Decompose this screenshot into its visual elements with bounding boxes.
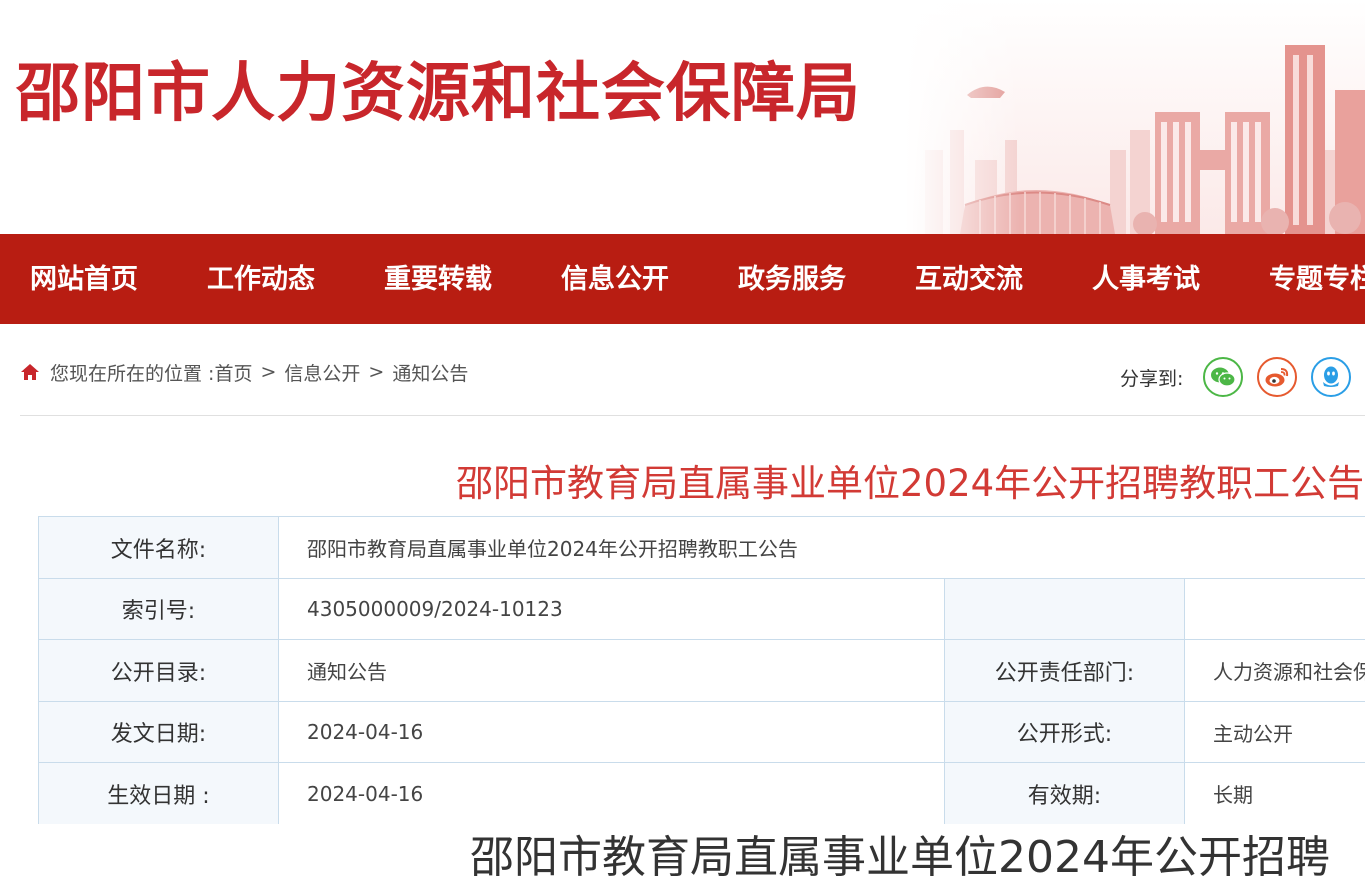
article-body-heading: 邵阳市教育局直属事业单位2024年公开招聘: [470, 832, 1330, 883]
breadcrumb: 您现在所在的位置 : 首页 > 信息公开 > 通知公告: [20, 356, 468, 388]
main-nav: 网站首页 工作动态 重要转载 信息公开 政务服务 互动交流 人事考试 专题专栏: [0, 234, 1365, 324]
share-bar: 分享到:: [1120, 356, 1365, 398]
breadcrumb-divider: [20, 415, 1365, 416]
meta-label-index: 索引号:: [39, 579, 279, 640]
nav-item-interaction[interactable]: 互动交流: [915, 234, 1023, 324]
meta-label-disclosure-form: 公开形式:: [945, 702, 1185, 763]
wechat-icon: [1211, 367, 1237, 387]
breadcrumb-item-notices[interactable]: 通知公告: [392, 359, 468, 386]
article-title: 邵阳市教育局直属事业单位2024年公开招聘教职工公告: [456, 462, 1365, 505]
meta-label-index-extra: [945, 579, 1185, 640]
meta-value-file-name: 邵阳市教育局直属事业单位2024年公开招聘教职工公告: [279, 517, 1365, 579]
share-wechat-button[interactable]: [1203, 357, 1244, 397]
nav-item-reprints[interactable]: 重要转载: [384, 234, 492, 324]
breadcrumb-separator: >: [368, 361, 385, 383]
nav-item-info-disclosure[interactable]: 信息公开: [561, 234, 669, 324]
share-label: 分享到:: [1120, 367, 1184, 390]
nav-item-special-topics[interactable]: 专题专栏: [1269, 234, 1365, 324]
qq-icon: [1323, 366, 1340, 387]
meta-value-validity: 长期: [1185, 763, 1365, 824]
breadcrumb-item-info-disclosure[interactable]: 信息公开: [284, 359, 360, 386]
home-icon: [21, 364, 39, 380]
meta-label-department: 公开责任部门:: [945, 640, 1185, 702]
nav-item-work-news[interactable]: 工作动态: [207, 234, 315, 324]
meta-label-effective-date: 生效日期 :: [39, 763, 279, 824]
city-skyline-banner: [905, 0, 1365, 234]
meta-label-file-name: 文件名称:: [39, 517, 279, 579]
share-weibo-button[interactable]: [1257, 357, 1298, 397]
site-title[interactable]: 邵阳市人力资源和社会保障局: [16, 62, 861, 126]
meta-label-validity: 有效期:: [945, 763, 1185, 824]
nav-item-home[interactable]: 网站首页: [30, 234, 138, 324]
meta-value-index-extra: [1185, 579, 1365, 640]
weibo-icon: [1265, 368, 1289, 387]
breadcrumb-prefix: 您现在所在的位置 :: [50, 362, 215, 385]
meta-value-department: 人力资源和社会保障局: [1185, 640, 1365, 702]
meta-value-effective-date: 2024-04-16: [279, 763, 945, 824]
nav-item-exams[interactable]: 人事考试: [1092, 234, 1200, 324]
meta-value-disclosure-form: 主动公开: [1185, 702, 1365, 763]
meta-label-catalog: 公开目录:: [39, 640, 279, 702]
share-qq-button[interactable]: [1311, 357, 1352, 397]
meta-value-issue-date: 2024-04-16: [279, 702, 945, 763]
meta-label-issue-date: 发文日期:: [39, 702, 279, 763]
meta-value-catalog: 通知公告: [279, 640, 945, 702]
nav-item-gov-services[interactable]: 政务服务: [738, 234, 846, 324]
document-meta-table: 文件名称: 邵阳市教育局直属事业单位2024年公开招聘教职工公告 索引号: 43…: [38, 516, 1365, 824]
breadcrumb-separator: >: [260, 361, 277, 383]
breadcrumb-item-home[interactable]: 首页: [214, 359, 252, 386]
site-header: 邵阳市人力资源和社会保障局: [0, 0, 1365, 234]
meta-value-index: 4305000009/2024-10123: [279, 579, 945, 640]
